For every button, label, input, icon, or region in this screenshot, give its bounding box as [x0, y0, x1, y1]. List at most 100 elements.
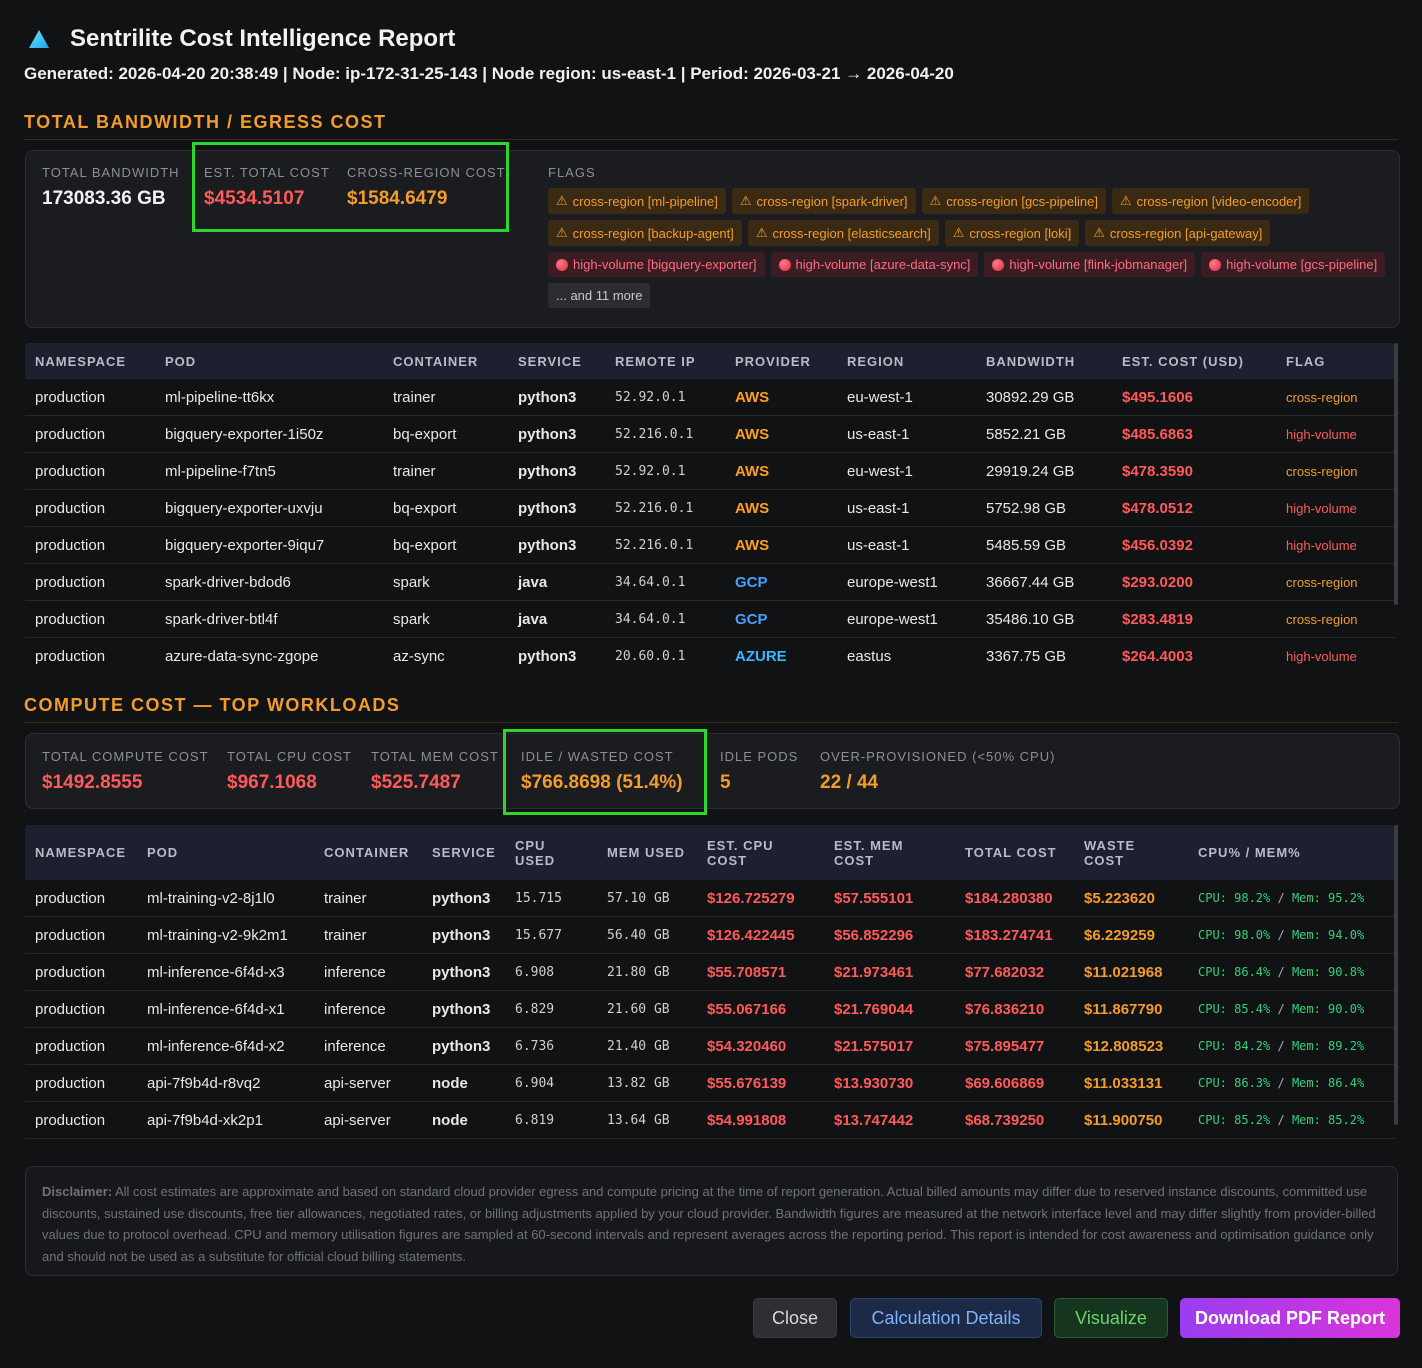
flag-tag: ⚠ cross-region [elasticsearch]: [747, 220, 939, 246]
table-row[interactable]: production ml-pipeline-f7tn5 trainer python…: [25, 452, 1395, 490]
table-cell: us-east-1: [837, 526, 976, 564]
table-cell: spark-driver-bdod6: [155, 563, 383, 601]
table-cell: 21.40 GB: [597, 1027, 697, 1065]
idle-pods-stat: IDLE PODS 5: [720, 749, 798, 794]
table-cell: $183.274741: [955, 916, 1074, 954]
table-row[interactable]: production api-7f9b4d-xk2p1 api-server node…: [25, 1101, 1395, 1139]
table-cell: python3: [422, 990, 505, 1028]
table-row[interactable]: production azure-data-sync-zgope az-sync py…: [25, 637, 1395, 669]
calculation-details-button[interactable]: Calculation Details: [850, 1298, 1042, 1338]
table-row[interactable]: production spark-driver-btl4f spark java 34.…: [25, 600, 1395, 638]
table-cell: eastus: [837, 637, 976, 669]
table-row[interactable]: production ml-training-v2-8j1l0 trainer pyt…: [25, 880, 1395, 917]
column-header: TOTAL COST: [955, 825, 1074, 880]
flag-tag: ⚠ cross-region [ml-pipeline]: [548, 188, 726, 214]
table-row[interactable]: production api-7f9b4d-r8vq2 api-server node…: [25, 1064, 1395, 1102]
table-cell: 3367.75 GB: [976, 637, 1112, 669]
table-cell: us-east-1: [837, 415, 976, 453]
table-cell: python3: [508, 637, 605, 669]
table-cell: 6.908: [505, 953, 597, 991]
column-header: MEM USED: [597, 825, 697, 880]
table-row[interactable]: production bigquery-exporter-1i50z bq-expo…: [25, 415, 1395, 453]
stat-value: $525.7487: [371, 772, 461, 793]
table-cell: spark: [383, 600, 508, 638]
compute-section-title: COMPUTE COST — TOP WORKLOADS: [24, 695, 1398, 723]
table-cell: 15.677: [505, 916, 597, 954]
table-cell: production: [25, 990, 137, 1028]
table-cell: api-server: [314, 1101, 422, 1139]
table-cell: 20.60.0.1: [605, 637, 725, 669]
table-header-row: NAMESPACE POD CONTAINER SERVICE CPU USED MEM …: [25, 825, 1395, 880]
table-cell: cross-region: [1276, 452, 1395, 490]
table-cell: $21.973461: [824, 953, 955, 991]
flag-text: high-volume [azure-data-sync]: [795, 257, 971, 272]
bandwidth-scrollbar[interactable]: [1394, 343, 1398, 605]
table-cell: inference: [314, 1027, 422, 1065]
column-header: SERVICE: [508, 343, 605, 379]
table-cell: 6.736: [505, 1027, 597, 1065]
table-cell: AWS: [725, 452, 837, 490]
separator: /: [1270, 891, 1292, 905]
table-row[interactable]: production ml-pipeline-tt6kx trainer python…: [25, 379, 1395, 416]
separator: /: [1270, 1076, 1292, 1090]
column-header: NAMESPACE: [25, 343, 155, 379]
column-header: EST. MEM COST: [824, 825, 955, 880]
red-circle-icon: [1209, 258, 1222, 271]
table-cell: high-volume: [1276, 526, 1395, 564]
table-cell: trainer: [383, 452, 508, 490]
table-cell: production: [25, 489, 155, 527]
table-cell: $13.930730: [824, 1064, 955, 1102]
table-cell: AWS: [725, 526, 837, 564]
table-cell: 6.829: [505, 990, 597, 1028]
total-mem-cost-stat: TOTAL MEM COST $525.7487: [371, 749, 499, 794]
flag-text: cross-region [ml-pipeline]: [572, 193, 718, 209]
table-cell: $283.4819: [1112, 600, 1276, 638]
column-header: REMOTE IP: [605, 343, 725, 379]
download-pdf-button[interactable]: Download PDF Report: [1180, 1298, 1400, 1338]
table-row[interactable]: production ml-inference-6f4d-x2 inference p…: [25, 1027, 1395, 1065]
column-header: WASTE COST: [1074, 825, 1188, 880]
cpu-percent: CPU: 85.2%: [1198, 1113, 1271, 1127]
table-row[interactable]: production ml-training-v2-9k2m1 trainer pyt…: [25, 916, 1395, 954]
total-bandwidth-stat: TOTAL BANDWIDTH 173083.36 GB: [42, 165, 180, 210]
table-row[interactable]: production bigquery-exporter-uxvju bq-expo…: [25, 489, 1395, 527]
table-cell: cross-region: [1276, 563, 1395, 601]
column-header: CPU USED: [505, 825, 597, 880]
table-cell: GCP: [725, 563, 837, 601]
table-cell: ml-pipeline-tt6kx: [155, 379, 383, 416]
table-cell: cross-region: [1276, 600, 1395, 638]
compute-scrollbar[interactable]: [1394, 825, 1398, 1125]
table-cell: $11.900750: [1074, 1101, 1188, 1139]
table-row[interactable]: production bigquery-exporter-9iqu7 bq-expo…: [25, 526, 1395, 564]
table-row[interactable]: production ml-inference-6f4d-x1 inference p…: [25, 990, 1395, 1028]
table-cell: production: [25, 563, 155, 601]
flag-list: ⚠ cross-region [ml-pipeline] ⚠ cross-region…: [548, 188, 1408, 308]
visualize-button[interactable]: Visualize: [1054, 1298, 1168, 1338]
table-row[interactable]: production ml-inference-6f4d-x3 inference p…: [25, 953, 1395, 991]
table-cell: AWS: [725, 415, 837, 453]
disclaimer-text: All cost estimates are approximate and b…: [42, 1184, 1376, 1264]
table-cell: europe-west1: [837, 600, 976, 638]
disclaimer: Disclaimer: All cost estimates are appro…: [25, 1166, 1398, 1276]
total-compute-cost-stat: TOTAL COMPUTE COST $1492.8555: [42, 749, 209, 794]
cpu-percent: CPU: 86.3%: [1198, 1076, 1271, 1090]
mem-percent: Mem: 85.2%: [1291, 1113, 1365, 1127]
table-cell: 36667.44 GB: [976, 563, 1112, 601]
table-cell: 15.715: [505, 880, 597, 917]
warning-icon: ⚠: [952, 225, 965, 240]
table-cell: trainer: [314, 916, 422, 954]
flag-text: cross-region [backup-agent]: [572, 225, 734, 241]
table-row[interactable]: production spark-driver-bdod6 spark java 34.…: [25, 563, 1395, 601]
table-cell: production: [25, 600, 155, 638]
table-cell: $55.676139: [697, 1064, 824, 1102]
table-cell: 5752.98 GB: [976, 489, 1112, 527]
red-circle-icon: [992, 258, 1005, 271]
table-cell: python3: [422, 916, 505, 954]
table-cell: 57.10 GB: [597, 880, 697, 917]
table-cell: $54.320460: [697, 1027, 824, 1065]
flag-tag: high-volume [gcs-pipeline]: [1201, 252, 1386, 277]
flag-text: cross-region [loki]: [969, 225, 1072, 241]
bandwidth-table: NAMESPACE POD CONTAINER SERVICE REMOTE IP PRO…: [25, 343, 1395, 669]
close-button[interactable]: Close: [753, 1298, 837, 1338]
table-header-row: NAMESPACE POD CONTAINER SERVICE REMOTE IP PRO…: [25, 343, 1395, 379]
